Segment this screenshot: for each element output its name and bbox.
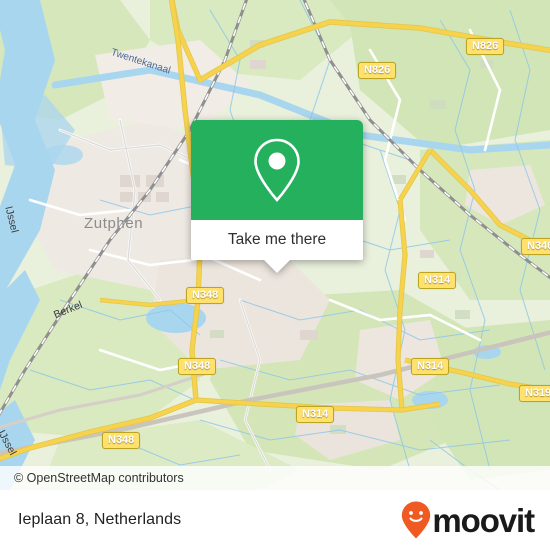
road-shield-n348-mid: N348 xyxy=(178,358,217,375)
destination-popup-card[interactable]: Take me there xyxy=(191,120,363,273)
map-pin-icon xyxy=(254,138,300,202)
road-shield-n314-upper: N314 xyxy=(418,272,457,289)
map-canvas[interactable]: Zutphen Twentekanaal Berkel IJssel IJsse… xyxy=(0,0,550,490)
road-shield-n826-west: N826 xyxy=(358,62,397,79)
road-shield-n348-upper: N348 xyxy=(186,287,225,304)
road-shield-n314-mid: N314 xyxy=(411,358,450,375)
popup-card-action[interactable]: Take me there xyxy=(191,220,363,273)
moovit-brand-logo[interactable]: moovit xyxy=(401,501,550,539)
popup-card-header xyxy=(191,120,363,220)
take-me-there-label: Take me there xyxy=(227,231,327,248)
moovit-wordmark: moovit xyxy=(432,501,535,539)
road-shield-n826-east: N826 xyxy=(466,38,505,55)
page-footer: Ieplaan 8, Netherlands moovit xyxy=(0,490,550,550)
popup-pointer-arrow xyxy=(264,260,290,273)
moovit-smiley-pin-icon xyxy=(402,501,431,539)
road-shield-n314-lower: N314 xyxy=(296,406,335,423)
address-title: Ieplaan 8, Netherlands xyxy=(18,511,182,528)
road-shield-n319: N319 xyxy=(519,385,550,402)
road-shield-n348-lower: N348 xyxy=(102,432,141,449)
moovit-map-share-page: Zutphen Twentekanaal Berkel IJssel IJsse… xyxy=(0,0,550,550)
map-attribution-bar: © OpenStreetMap contributors xyxy=(0,466,550,490)
openstreetmap-attribution-text: © OpenStreetMap contributors xyxy=(14,471,184,485)
road-shield-n346: N346 xyxy=(521,238,550,255)
